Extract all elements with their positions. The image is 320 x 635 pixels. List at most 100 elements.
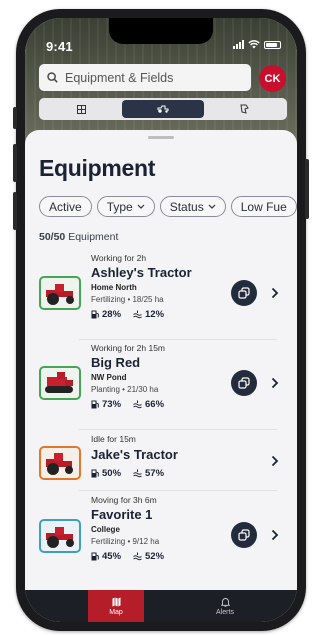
equipment-thumbnail <box>39 276 81 310</box>
chevron-right-icon[interactable] <box>271 455 279 467</box>
camera-notch <box>109 18 213 44</box>
tractor-icon <box>157 105 169 113</box>
equipment-name: Favorite 1 <box>91 507 153 522</box>
wifi-icon <box>248 40 260 49</box>
filter-chip-low-fuel[interactable]: Low Fue <box>230 196 297 217</box>
list-item[interactable]: Idle for 15m Jake's Tractor 50% 57% <box>39 433 287 491</box>
row-divider <box>79 339 277 340</box>
filter-chip-active[interactable]: Active <box>39 196 92 217</box>
segment-list[interactable] <box>41 100 122 118</box>
equipment-name: Jake's Tractor <box>91 447 178 462</box>
chevron-right-icon[interactable] <box>271 287 279 299</box>
search-bar[interactable]: Equipment & Fields <box>39 64 251 91</box>
chevron-right-icon[interactable] <box>271 377 279 389</box>
count-value: 50/50 <box>39 231 66 243</box>
filter-chip-label: Type <box>106 199 133 214</box>
segment-fields[interactable] <box>204 100 285 118</box>
fuel-level: 28% <box>102 309 122 320</box>
list-item[interactable]: Working for 2h 15m Big Red NW Pond Plant… <box>39 342 287 430</box>
equipment-field: College <box>91 525 120 534</box>
volume-down-button <box>13 192 17 230</box>
equipment-activity: Fertilizing • 9/12 ha <box>91 537 160 546</box>
status-icons <box>233 40 281 49</box>
field-shape-icon <box>240 104 249 114</box>
fuel-icon <box>91 552 99 561</box>
battery-icon <box>264 40 281 49</box>
tractor-image-icon <box>46 527 74 548</box>
equipment-status: Idle for 15m <box>91 434 136 444</box>
copy-button[interactable] <box>231 280 257 306</box>
filter-chip-type[interactable]: Type <box>96 196 155 217</box>
filter-chips: Active Type Status Low Fue <box>39 196 297 217</box>
equipment-activity: Planting • 21/30 ha <box>91 385 159 394</box>
chevron-down-icon <box>137 204 145 209</box>
fuel-icon <box>91 469 99 478</box>
equipment-sheet: Equipment Active Type Status Low Fue 50/… <box>25 130 297 590</box>
tractor-image-icon <box>46 284 74 305</box>
filter-chip-label: Low Fue <box>240 199 287 214</box>
equipment-count: 50/50 Equipment <box>39 231 118 243</box>
search-input[interactable]: Equipment & Fields <box>65 71 173 85</box>
equipment-stats: 73% 66% <box>91 399 164 410</box>
avatar[interactable]: CK <box>259 65 286 92</box>
fuel-icon <box>91 400 99 409</box>
mute-switch <box>13 107 17 129</box>
chevron-right-icon[interactable] <box>271 529 279 541</box>
bell-icon <box>220 597 230 607</box>
segment-equipment[interactable] <box>122 100 204 118</box>
equipment-thumbnail <box>39 366 81 400</box>
def-level: 66% <box>145 399 165 410</box>
view-segmented-control <box>39 98 287 120</box>
equipment-stats: 50% 57% <box>91 468 164 479</box>
chevron-down-icon <box>208 204 216 209</box>
tab-alerts[interactable]: Alerts <box>197 590 253 622</box>
grid-icon <box>77 104 87 114</box>
count-label: Equipment <box>68 231 119 243</box>
tab-map[interactable]: Map <box>88 590 144 622</box>
sheet-grabber[interactable] <box>148 136 174 139</box>
fuel-icon <box>91 310 99 319</box>
equipment-thumbnail <box>39 519 81 553</box>
power-button <box>305 159 309 219</box>
equipment-stats: 28% 12% <box>91 309 164 320</box>
def-fluid-icon <box>133 310 142 319</box>
equipment-field: Home North <box>91 283 137 292</box>
copy-icon <box>238 377 250 389</box>
equipment-stats: 45% 52% <box>91 551 164 562</box>
equipment-status: Moving for 3h 6m <box>91 495 157 505</box>
copy-button[interactable] <box>231 370 257 396</box>
map-icon <box>112 597 120 606</box>
tab-map-label: Map <box>109 608 123 616</box>
page-title: Equipment <box>39 155 156 181</box>
copy-button[interactable] <box>231 522 257 548</box>
filter-chip-label: Active <box>49 199 82 214</box>
list-item[interactable]: Working for 2h Ashley's Tractor Home Nor… <box>39 252 287 340</box>
tractor-image-icon <box>46 453 73 475</box>
def-fluid-icon <box>133 400 142 409</box>
volume-up-button <box>13 144 17 182</box>
status-time: 9:41 <box>46 39 73 54</box>
fuel-level: 50% <box>102 468 122 479</box>
equipment-activity: Fertilizing • 18/25 ha <box>91 295 164 304</box>
tab-alerts-label: Alerts <box>216 608 234 616</box>
equipment-name: Ashley's Tractor <box>91 265 192 280</box>
filter-chip-status[interactable]: Status <box>159 196 226 217</box>
row-divider <box>79 490 277 491</box>
equipment-thumbnail <box>39 446 81 480</box>
equipment-field: NW Pond <box>91 373 127 382</box>
signal-icon <box>233 40 244 49</box>
fuel-level: 73% <box>102 399 122 410</box>
tab-bar: Map Alerts <box>25 590 297 622</box>
tracked-tractor-image-icon <box>45 372 73 393</box>
equipment-status: Working for 2h 15m <box>91 343 166 353</box>
copy-icon <box>238 287 250 299</box>
fuel-level: 45% <box>102 551 122 562</box>
filter-chip-label: Status <box>169 199 204 214</box>
screen: 9:41 Equipment & Fields CK Equipment Act… <box>25 18 297 622</box>
list-item[interactable]: Moving for 3h 6m Favorite 1 College Fert… <box>39 494 287 582</box>
def-level: 52% <box>145 551 165 562</box>
equipment-status: Working for 2h <box>91 253 147 263</box>
phone-frame: 9:41 Equipment & Fields CK Equipment Act… <box>13 9 309 631</box>
def-fluid-icon <box>133 552 142 561</box>
def-fluid-icon <box>133 469 142 478</box>
